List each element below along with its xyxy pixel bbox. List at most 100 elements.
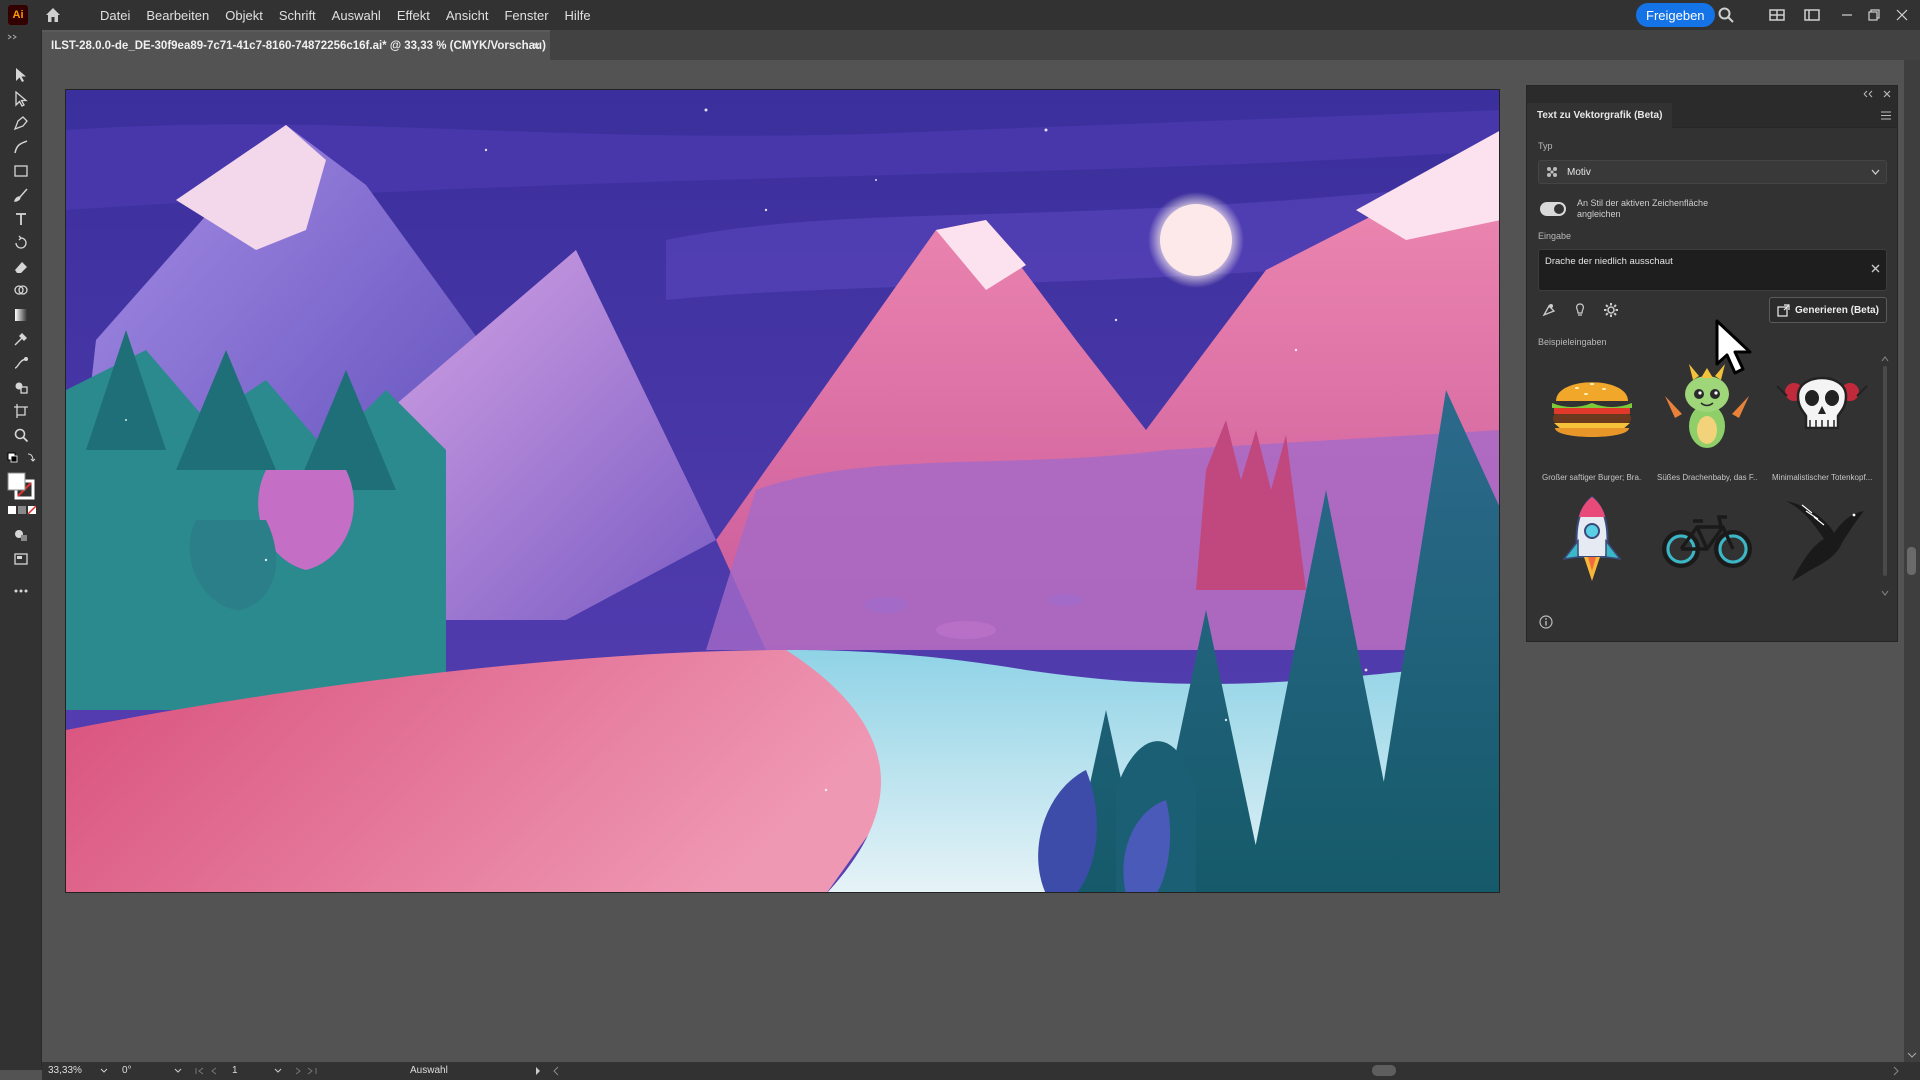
artboard-next-last-icon[interactable] [292, 1066, 322, 1076]
paintbrush-tool-icon[interactable] [10, 184, 32, 206]
menu-bar: Ai Datei Bearbeiten Objekt Schrift Auswa… [0, 0, 1920, 30]
horizontal-scroll-left-icon[interactable] [552, 1066, 560, 1076]
example-dragon-caption: Süßes Drachenbaby, das F... [1657, 473, 1757, 482]
gradient-tool-icon[interactable] [10, 304, 32, 326]
menu-file[interactable]: Datei [92, 8, 138, 23]
status-menu-arrow-icon[interactable] [534, 1066, 542, 1076]
artboard-tool-icon[interactable] [10, 400, 32, 422]
zoom-tool-icon[interactable] [10, 424, 32, 446]
generate-button[interactable]: Generieren (Beta) [1769, 297, 1887, 323]
shape-builder-tool-icon[interactable] [10, 280, 32, 302]
example-bicycle[interactable] [1657, 491, 1757, 591]
rectangle-tool-icon[interactable] [10, 160, 32, 182]
workspace-icon[interactable] [1803, 6, 1821, 24]
match-style-toggle[interactable] [1540, 202, 1566, 216]
chevron-down-icon [1871, 169, 1880, 175]
skull-illustration [1776, 376, 1868, 430]
rotation-dropdown-icon[interactable] [174, 1068, 182, 1073]
home-icon[interactable] [44, 6, 62, 24]
panel-header [1527, 86, 1897, 103]
panel-menu-icon[interactable] [1881, 111, 1891, 120]
vertical-scroll-thumb[interactable] [1907, 547, 1916, 575]
rotation-value[interactable]: 0° [122, 1065, 132, 1076]
search-icon[interactable] [1717, 6, 1735, 24]
horizontal-scroll-right-icon[interactable] [1892, 1066, 1900, 1076]
arrange-documents-icon[interactable] [1768, 6, 1786, 24]
lightbulb-icon[interactable] [1572, 302, 1588, 318]
more-tools-icon[interactable] [10, 580, 32, 602]
close-tab-icon[interactable]: × [533, 39, 540, 53]
clear-input-icon[interactable] [1871, 264, 1880, 273]
scroll-up-icon[interactable] [1881, 356, 1889, 362]
example-bird[interactable] [1772, 491, 1872, 591]
example-rocket[interactable] [1542, 491, 1642, 591]
examples-label: Beispieleingaben [1538, 337, 1607, 347]
close-window-icon[interactable] [1893, 6, 1911, 24]
zoom-level[interactable]: 33,33% [48, 1065, 82, 1076]
symbol-sprayer-tool-icon[interactable] [10, 376, 32, 398]
menu-edit[interactable]: Bearbeiten [138, 8, 217, 23]
restore-icon[interactable] [1865, 6, 1883, 24]
info-icon[interactable] [1539, 615, 1553, 629]
status-bar: 33,33% 0° 1 Auswahl [42, 1062, 1920, 1080]
vertical-scrollbar[interactable] [1904, 60, 1920, 1062]
eyedropper-tool-icon[interactable] [10, 328, 32, 350]
example-skull[interactable] [1772, 356, 1872, 456]
curvature-tool-icon[interactable] [10, 136, 32, 158]
type-label: Typ [1538, 141, 1553, 151]
menu-select[interactable]: Auswahl [324, 8, 389, 23]
menu-type[interactable]: Schrift [271, 8, 324, 23]
examples-scrollbar[interactable] [1881, 356, 1889, 596]
scroll-down-arrow-icon[interactable] [1904, 1050, 1920, 1060]
toolbar-grip-icon[interactable] [0, 32, 42, 42]
artboard-number[interactable]: 1 [232, 1065, 238, 1076]
artboard[interactable] [65, 89, 1500, 893]
menu-help[interactable]: Hilfe [557, 8, 599, 23]
bird-illustration [1786, 501, 1864, 581]
generate-icon [1777, 303, 1790, 317]
type-dropdown[interactable]: Motiv [1538, 160, 1887, 184]
screen-mode-icon[interactable] [10, 548, 32, 570]
rotate-tool-icon[interactable] [10, 232, 32, 254]
close-panel-icon[interactable] [1883, 90, 1891, 98]
examples-scroll-thumb[interactable] [1883, 366, 1887, 576]
prompt-input[interactable]: Drache der niedlich ausschaut [1538, 249, 1887, 291]
prompt-input-text: Drache der niedlich ausschaut [1545, 256, 1673, 267]
panel-tab-row: Text zu Vektorgrafik (Beta) [1527, 103, 1897, 128]
pen-tool-icon[interactable] [10, 112, 32, 134]
current-tool-status: Auswahl [410, 1065, 448, 1076]
document-tab[interactable]: ILST-28.0.0-de_DE-30f9ea89-7c71-41c7-816… [42, 30, 550, 60]
scroll-down-icon[interactable] [1881, 590, 1889, 596]
type-tool-icon[interactable] [10, 208, 32, 230]
selection-tool-icon[interactable] [10, 64, 32, 86]
artboard-first-prev-icon[interactable] [194, 1066, 230, 1076]
landscape-illustration [66, 90, 1499, 892]
menu-effect[interactable]: Effekt [389, 8, 438, 23]
default-colors-icon[interactable] [6, 451, 36, 465]
blend-tool-icon[interactable] [10, 352, 32, 374]
minimize-icon[interactable] [1838, 6, 1856, 24]
example-burger[interactable] [1542, 356, 1642, 456]
mouse-cursor-icon [1715, 319, 1752, 375]
zoom-dropdown-icon[interactable] [100, 1068, 108, 1073]
subject-icon [1547, 167, 1557, 177]
color-mode-icon[interactable] [6, 504, 36, 516]
style-picker-icon[interactable] [1541, 302, 1557, 318]
share-button[interactable]: Freigeben [1636, 3, 1715, 27]
draw-mode-icon[interactable] [10, 524, 32, 546]
eraser-tool-icon[interactable] [10, 256, 32, 278]
horizontal-scroll-thumb[interactable] [1372, 1065, 1396, 1076]
artboard-dropdown-icon[interactable] [274, 1068, 282, 1073]
main-menu: Datei Bearbeiten Objekt Schrift Auswahl … [92, 8, 599, 23]
type-dropdown-value: Motiv [1567, 166, 1591, 178]
text-to-vector-panel: Text zu Vektorgrafik (Beta) Typ Motiv An… [1526, 85, 1898, 642]
menu-window[interactable]: Fenster [496, 8, 556, 23]
generate-button-label: Generieren (Beta) [1795, 304, 1879, 316]
panel-tab-text-to-vector[interactable]: Text zu Vektorgrafik (Beta) [1527, 103, 1673, 128]
menu-object[interactable]: Objekt [217, 8, 271, 23]
gear-icon[interactable] [1603, 302, 1619, 318]
collapse-panel-icon[interactable] [1863, 90, 1873, 98]
direct-selection-tool-icon[interactable] [10, 88, 32, 110]
menu-view[interactable]: Ansicht [438, 8, 497, 23]
fill-stroke-swatch[interactable] [5, 470, 37, 500]
